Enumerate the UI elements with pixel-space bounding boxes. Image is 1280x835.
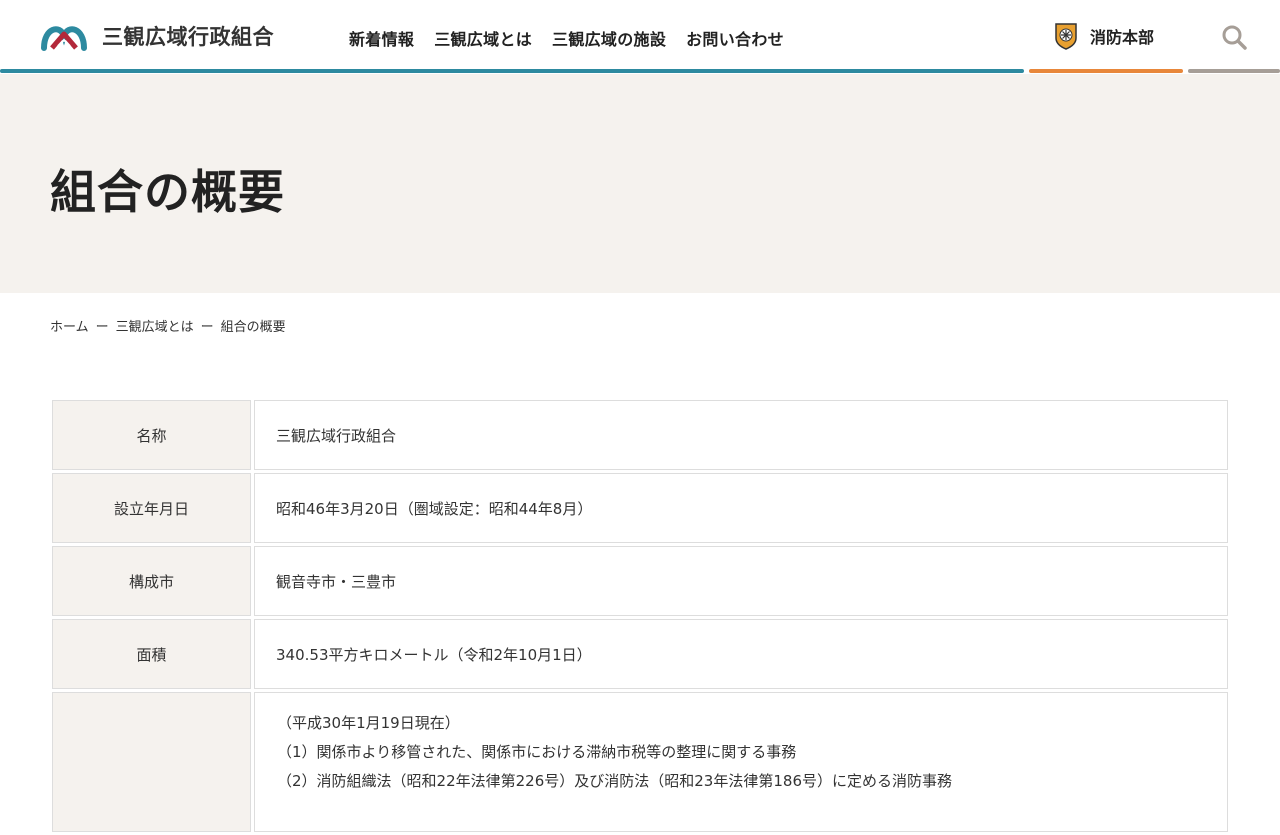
fire-emblem-icon [1055, 23, 1077, 50]
breadcrumb-separator: ー [95, 320, 109, 335]
logo-text: 三観広域行政組合 [102, 25, 274, 49]
table-row: 名称 三観広域行政組合 [52, 400, 1228, 470]
fire-accent-bar [1029, 69, 1183, 73]
row-label [52, 692, 251, 832]
search-accent-bar [1188, 69, 1280, 73]
main-nav: 新着情報 三観広域とは 三観広域の施設 お問い合わせ [349, 26, 804, 50]
row-label: 設立年月日 [52, 473, 251, 543]
row-value-line: （1）関係市より移管された、関係市における滞納市税等の整理に関する事務 [277, 743, 797, 761]
nav-item-about[interactable]: 三観広域とは [434, 26, 532, 50]
row-value: （平成30年1月19日現在） （1）関係市より移管された、関係市における滞納市税… [254, 692, 1228, 832]
row-value: 昭和46年3月20日（圏域設定：昭和44年8月） [254, 473, 1228, 543]
nav-item-facilities[interactable]: 三観広域の施設 [552, 26, 666, 50]
table-row: 設立年月日 昭和46年3月20日（圏域設定：昭和44年8月） [52, 473, 1228, 543]
search-icon [1222, 25, 1247, 50]
row-value: 340.53平方キロメートル（令和2年10月1日） [254, 619, 1228, 689]
breadcrumb-current: 組合の概要 [220, 320, 286, 335]
breadcrumb-about[interactable]: 三観広域とは [116, 316, 194, 335]
breadcrumb-home[interactable]: ホーム [50, 316, 89, 335]
table-row: 構成市 観音寺市・三豊市 [52, 546, 1228, 616]
row-label: 面積 [52, 619, 251, 689]
row-value-line: （平成30年1月19日現在） [277, 714, 460, 732]
row-value: 三観広域行政組合 [254, 400, 1228, 470]
row-value: 観音寺市・三豊市 [254, 546, 1228, 616]
search-button[interactable] [1220, 23, 1248, 51]
nav-item-news[interactable]: 新着情報 [349, 26, 414, 50]
page-title: 組合の概要 [50, 165, 285, 219]
fire-department-link[interactable]: 消防本部 [1053, 22, 1154, 50]
row-label: 名称 [52, 400, 251, 470]
header-accent-bar [0, 69, 1024, 73]
page-hero: 組合の概要 [0, 74, 1280, 293]
breadcrumb-separator: ー [200, 320, 214, 335]
nav-item-contact[interactable]: お問い合わせ [686, 26, 784, 50]
logo-icon [41, 26, 87, 51]
table-row: （平成30年1月19日現在） （1）関係市より移管された、関係市における滞納市税… [52, 692, 1228, 832]
site-header: 三観広域行政組合 新着情報 三観広域とは 三観広域の施設 お問い合わせ 消防本部 [0, 0, 1280, 74]
row-value-line: （2）消防組織法（昭和22年法律第226号）及び消防法（昭和23年法律第186号… [277, 772, 952, 790]
breadcrumb: ホーム ー 三観広域とは ー 組合の概要 [50, 316, 286, 335]
row-label: 構成市 [52, 546, 251, 616]
overview-table: 名称 三観広域行政組合 設立年月日 昭和46年3月20日（圏域設定：昭和44年8… [52, 400, 1228, 835]
site-logo[interactable]: 三観広域行政組合 [40, 20, 274, 52]
fire-department-label: 消防本部 [1090, 28, 1155, 47]
table-row: 面積 340.53平方キロメートル（令和2年10月1日） [52, 619, 1228, 689]
